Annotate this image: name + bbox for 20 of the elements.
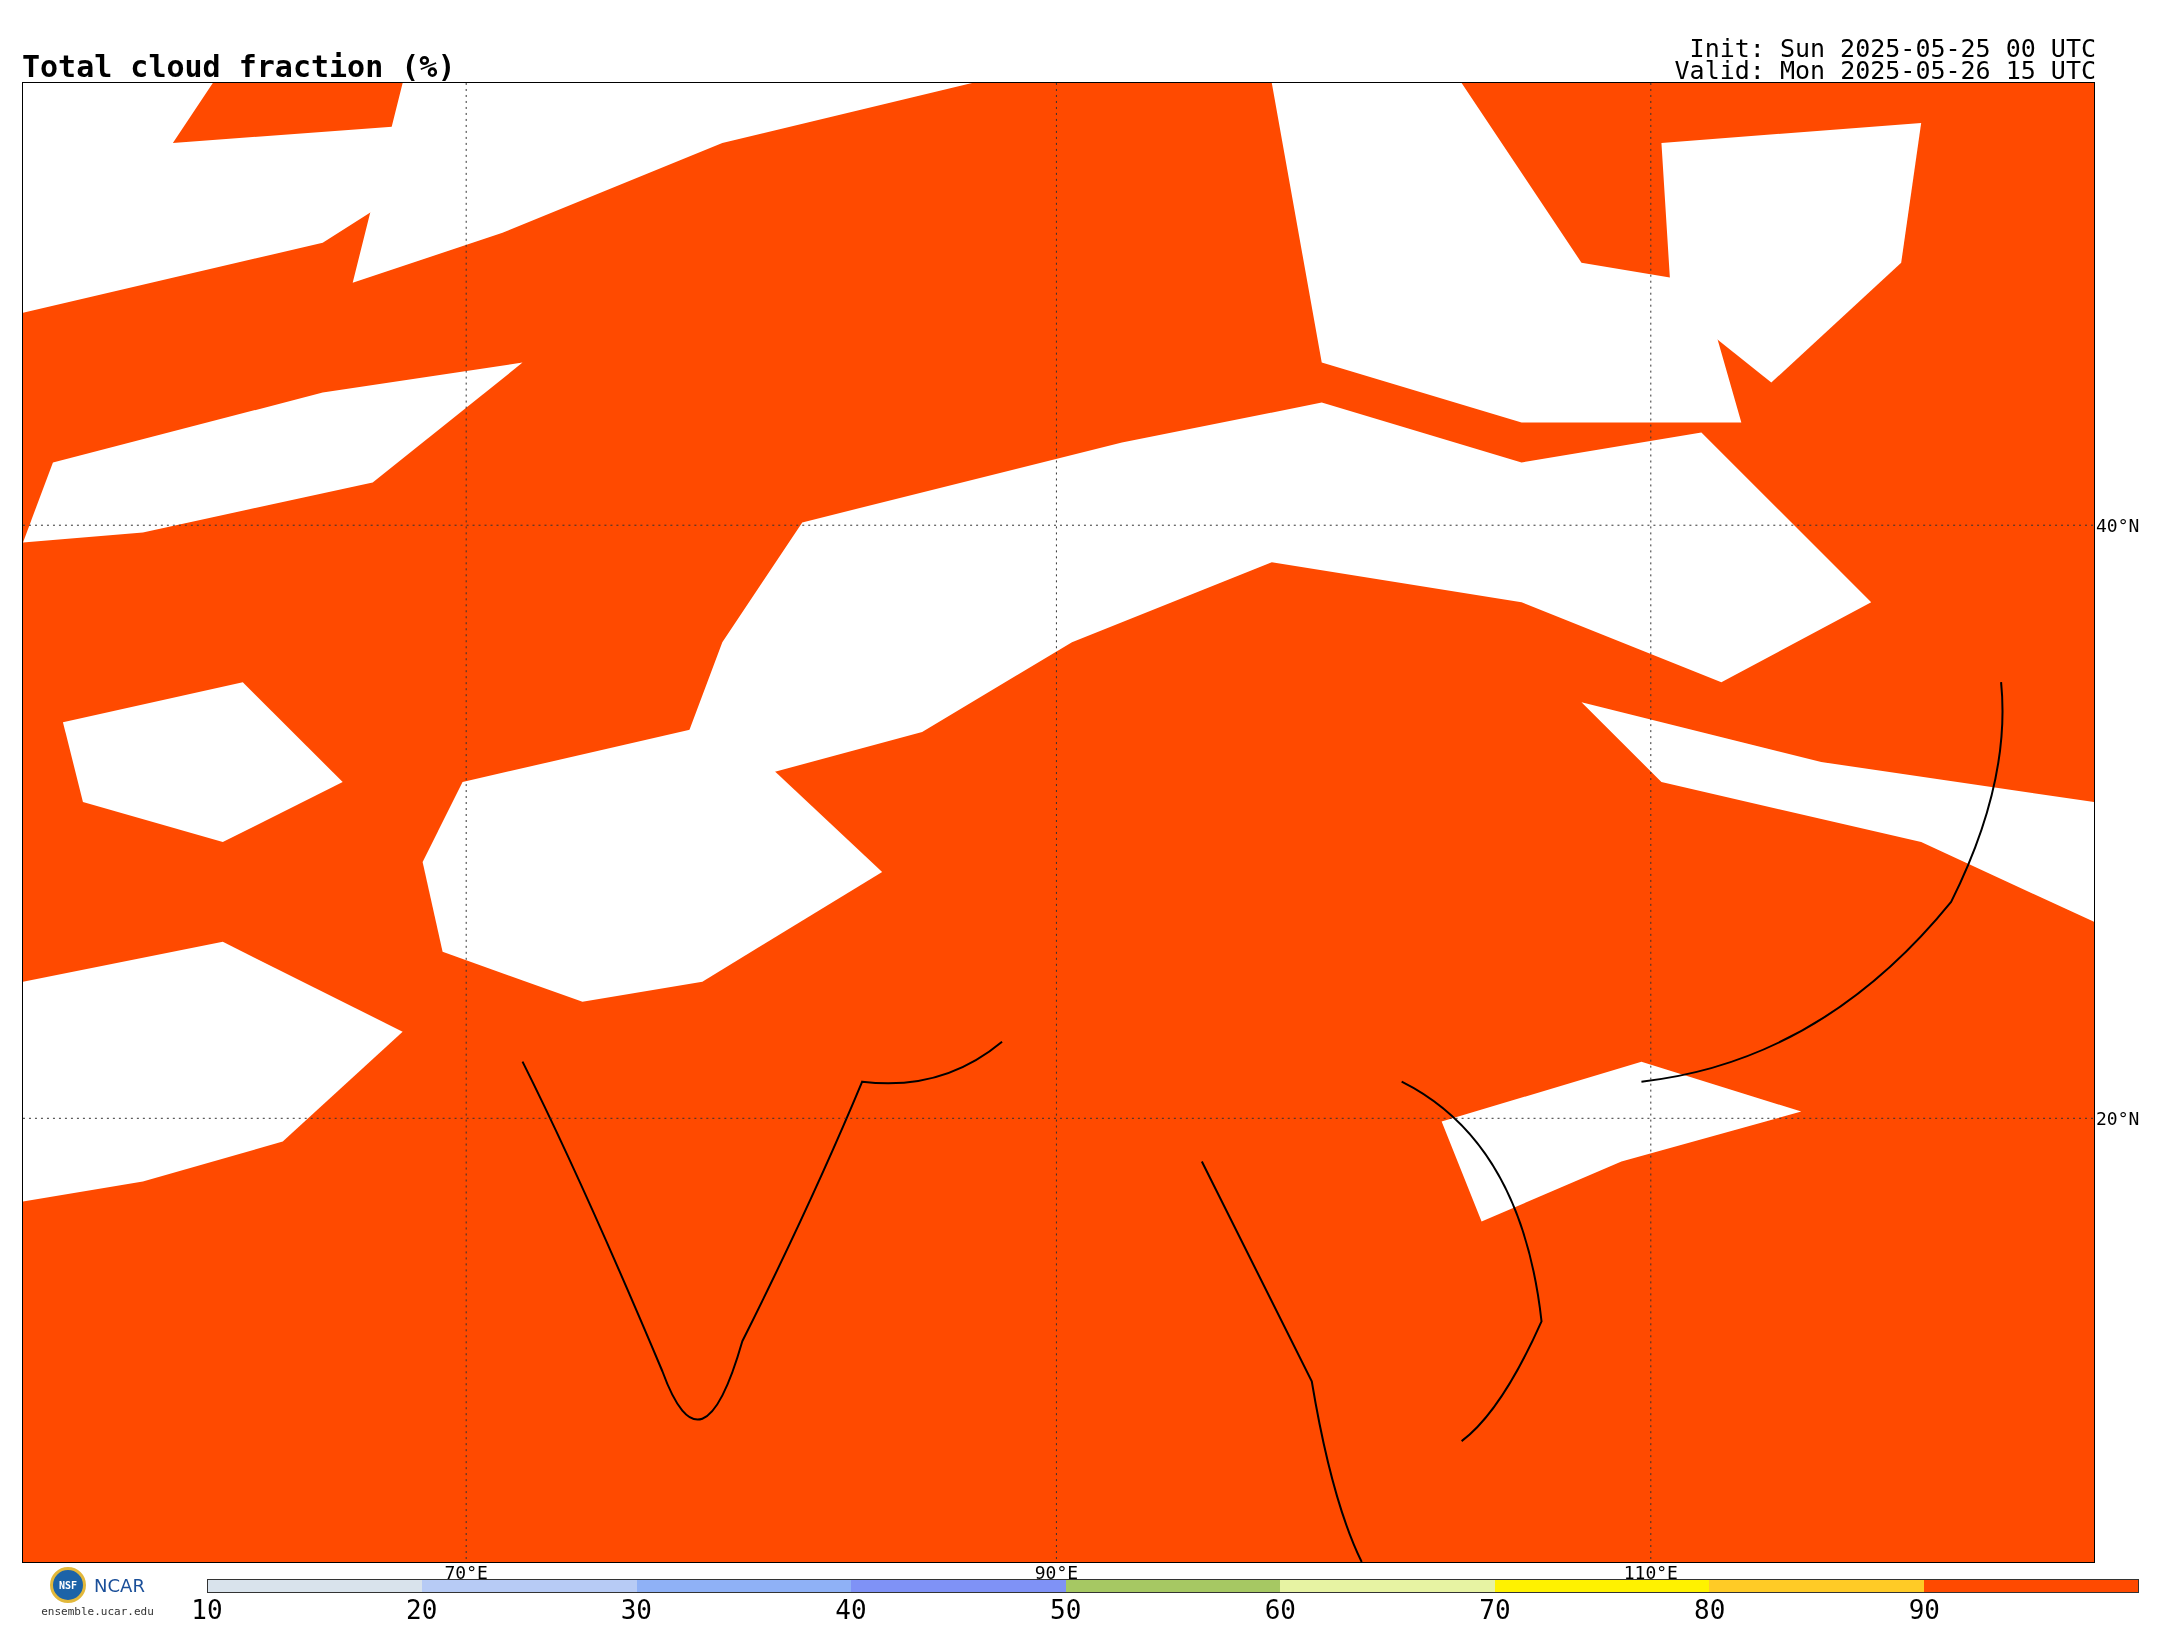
- longitude-label: 70°E: [444, 1562, 488, 1583]
- colorbar-tick-label: 40: [835, 1595, 867, 1625]
- latitude-label: 20°N: [2095, 1107, 2140, 1129]
- latitude-label: 40°N: [2095, 514, 2140, 536]
- colorbar-tick-label: 20: [406, 1595, 438, 1625]
- colorbar-tick-label: 30: [620, 1595, 652, 1625]
- longitude-label: 110°E: [1623, 1562, 1678, 1583]
- colorbar-tick-label: 10: [191, 1595, 223, 1625]
- colorbar-tick-label: 50: [1050, 1595, 1082, 1625]
- colorbar-tick-label: 70: [1479, 1595, 1511, 1625]
- brand-logo: NCAR: [94, 1574, 145, 1596]
- init-time: Init: Sun 2025-05-25 00 UTC: [1689, 38, 2096, 60]
- site-url: ensemble.ucar.edu: [41, 1605, 154, 1618]
- chart-title: Total cloud fraction (%): [22, 52, 456, 82]
- colorbar-tick-label: 90: [1908, 1595, 1940, 1625]
- valid-time: Valid: Mon 2025-05-26 15 UTC: [1674, 60, 2096, 82]
- longitude-label: 90°E: [1034, 1562, 1079, 1583]
- colorbar-tick-label: 60: [1264, 1595, 1296, 1625]
- colorbar-tick-label: 80: [1694, 1595, 1726, 1625]
- seal-logo: NSF: [50, 1567, 87, 1603]
